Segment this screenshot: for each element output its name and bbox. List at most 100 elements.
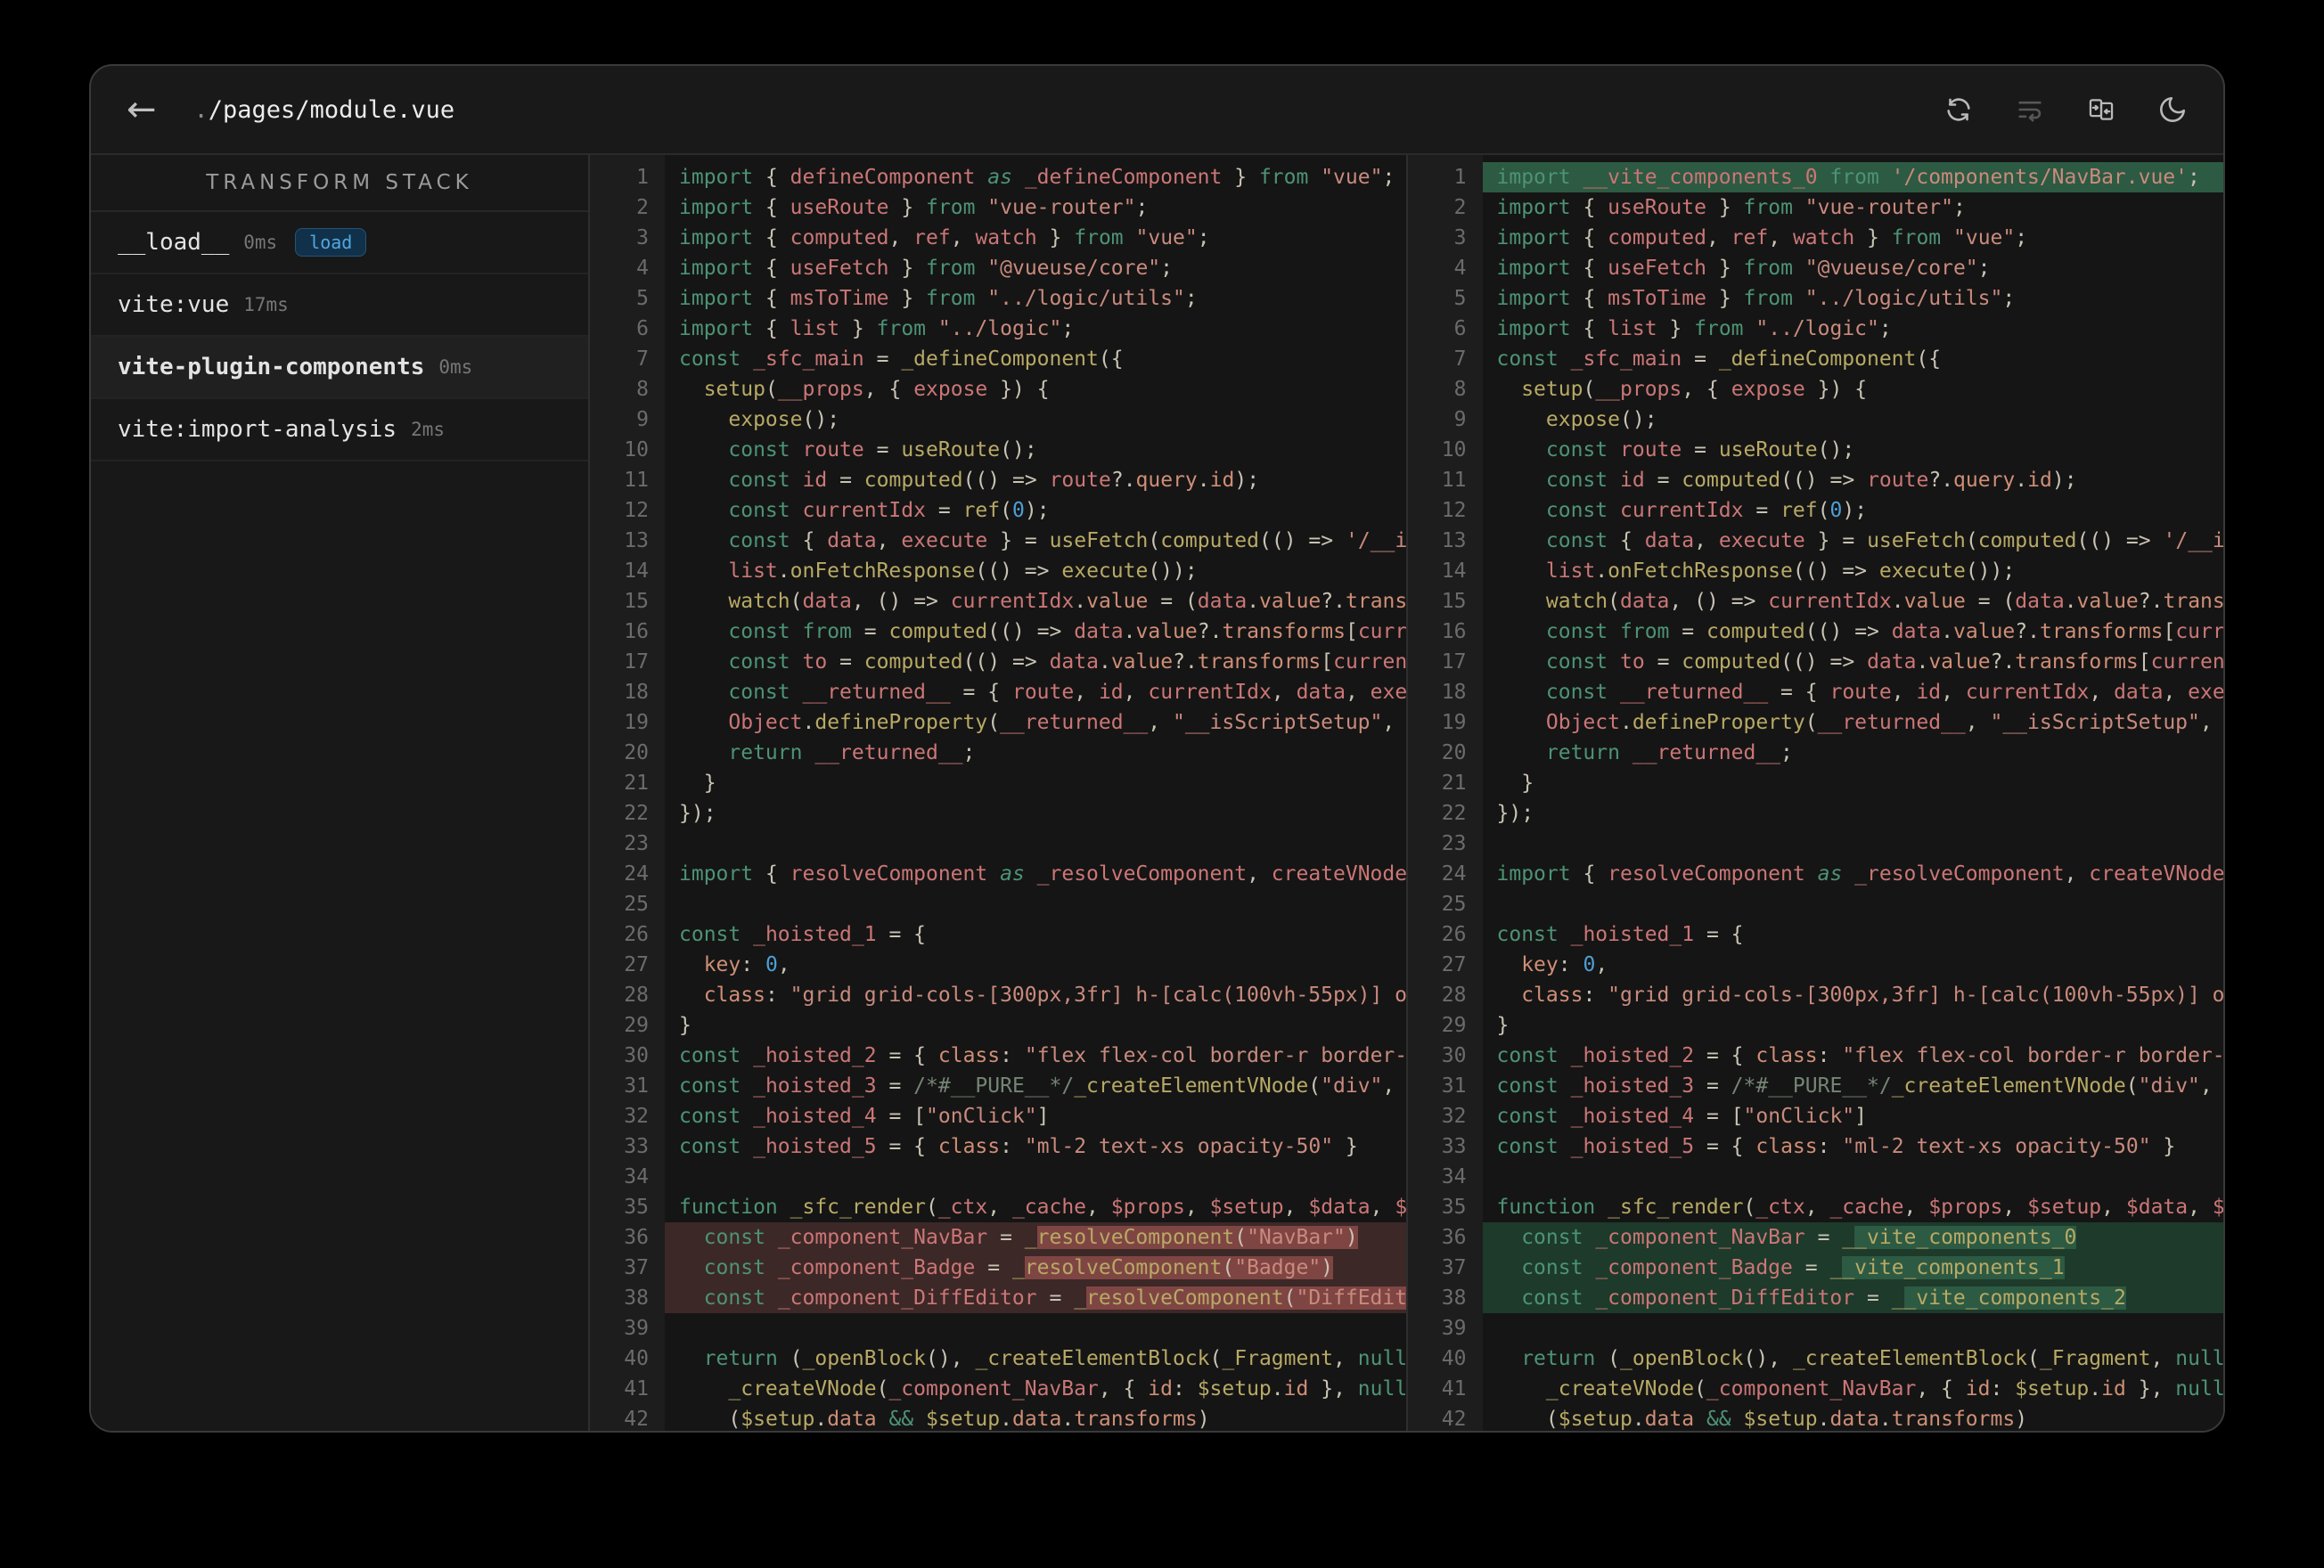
line-number: 4 <box>636 257 649 280</box>
line-number: 39 <box>1441 1317 1467 1340</box>
line-number: 29 <box>624 1014 649 1037</box>
line-number: 30 <box>624 1044 649 1067</box>
line-number: 39 <box>624 1317 649 1340</box>
code-line: const _hoisted_4 = ["onClick"] <box>1496 1105 1868 1128</box>
code-line: } <box>1521 772 1534 795</box>
back-button[interactable]: ← <box>127 92 157 127</box>
line-number: 21 <box>1441 772 1467 795</box>
code-line: const route = useRoute(); <box>1545 438 1855 461</box>
code-line: setup(__props, { expose }) { <box>703 378 1050 401</box>
code-line: return (_openBlock(), _createElementBloc… <box>1521 1347 2223 1370</box>
diff-word-highlight: _vite_components_0 <box>1854 1226 2077 1249</box>
line-number: 38 <box>624 1286 649 1310</box>
code-line: list.onFetchResponse(() => execute()); <box>1545 559 2016 583</box>
line-number: 40 <box>1441 1347 1467 1370</box>
line-number: 21 <box>624 772 649 795</box>
line-number: 15 <box>624 590 649 613</box>
hook-badge: load <box>295 228 367 257</box>
plugin-item-vite-vue[interactable]: vite:vue 17ms <box>91 274 588 337</box>
line-number: 28 <box>1441 984 1467 1007</box>
plugin-time: 0ms <box>438 356 473 378</box>
code-line: import { computed, ref, watch } from "vu… <box>1496 226 2028 249</box>
content: TRANSFORM STACK __load__ 0ms load vite:vue 1… <box>91 155 2223 1431</box>
dark-mode-icon[interactable] <box>2157 94 2188 125</box>
line-number: 24 <box>624 862 649 886</box>
line-wrap-icon[interactable] <box>2015 94 2045 125</box>
line-number: 8 <box>636 378 649 401</box>
line-number: 7 <box>1453 347 1467 371</box>
line-number: 1 <box>636 166 649 189</box>
line-number: 17 <box>624 650 649 674</box>
line-number: 36 <box>1441 1226 1467 1249</box>
code-line: _createVNode(_component_NavBar, { id: $s… <box>728 1377 1406 1401</box>
plugin-list: __load__ 0ms load vite:vue 17ms vite-plugin-c… <box>91 212 588 461</box>
diff-pane-after: 1 2 3 4 5 6 7 8 9 10 11 12 13 14 15 16 17 18 19 20 21 22 23 24 2… <box>1407 155 2224 1431</box>
code-line: import { list } from "../logic"; <box>679 317 1075 340</box>
plugin-item-vite-import-analysis[interactable]: vite:import-analysis 2ms <box>91 399 588 461</box>
code-line: } <box>679 1014 691 1037</box>
code-line: return __returned__; <box>1545 741 1793 764</box>
line-number: 2 <box>636 196 649 219</box>
line-number: 7 <box>636 347 649 371</box>
plugin-item--load-[interactable]: __load__ 0ms load <box>91 212 588 274</box>
line-number: 4 <box>1453 257 1467 280</box>
line-number: 2 <box>1453 196 1467 219</box>
code-line: ($setup.data && $setup.data.transforms) <box>728 1408 1210 1431</box>
line-number: 5 <box>636 287 649 310</box>
code-line: import { useFetch } from "@vueuse/core"; <box>679 257 1174 280</box>
code-line: const _hoisted_3 = /*#__PURE__*/_createE… <box>679 1074 1395 1098</box>
line-number: 34 <box>624 1165 649 1188</box>
line-number: 22 <box>624 802 649 825</box>
page-title-path: /pages/module.vue <box>208 95 455 124</box>
line-number: 10 <box>624 438 649 461</box>
code-line: } <box>703 772 716 795</box>
code-line: const { data, execute } = useFetch(compu… <box>1545 529 2223 552</box>
code-line: const _hoisted_5 = { class: "ml-2 text-x… <box>679 1135 1358 1158</box>
line-number: 20 <box>1441 741 1467 764</box>
code-line: return (_openBlock(), _createElementBloc… <box>703 1347 1406 1370</box>
code-before[interactable]: import { defineComponent as _defineCompo… <box>665 155 1406 1431</box>
line-number: 42 <box>1441 1408 1467 1431</box>
code-line: import { msToTime } from "../logic/utils… <box>679 287 1198 310</box>
code-line: const _hoisted_3 = /*#__PURE__*/_createE… <box>1496 1074 2213 1098</box>
diff-pane-before: 1 2 3 4 5 6 7 8 9 10 11 12 13 14 15 16 17 18 19 20 21 22 23 24 2… <box>590 155 1406 1431</box>
line-number: 24 <box>1441 862 1467 886</box>
plugin-item-vite-plugin-components[interactable]: vite-plugin-components 0ms <box>91 337 588 399</box>
transform-stack-sidebar: TRANSFORM STACK __load__ 0ms load vite:vue 1… <box>91 155 590 1431</box>
line-number: 31 <box>624 1074 649 1098</box>
code-after[interactable]: import __vite_components_0 from '/compon… <box>1482 155 2224 1431</box>
line-number: 23 <box>624 832 649 855</box>
line-number: 3 <box>1453 226 1467 249</box>
line-number: 16 <box>624 620 649 643</box>
code-line: function _sfc_render(_ctx, _cache, $prop… <box>1496 1196 2224 1219</box>
diff-word-highlight: resolveComponent("Badge") <box>1024 1256 1334 1279</box>
line-number: 36 <box>624 1226 649 1249</box>
code-line: watch(data, () => currentIdx.value = (da… <box>1545 590 2223 613</box>
line-number: 32 <box>624 1105 649 1128</box>
refresh-icon[interactable] <box>1943 94 1974 125</box>
code-line: const currentIdx = ref(0); <box>728 499 1050 522</box>
code-line: const __returned__ = { route, id, curren… <box>1545 681 2223 704</box>
line-number: 14 <box>1441 559 1467 583</box>
line-number: 26 <box>1441 923 1467 946</box>
side-by-side-diff-icon[interactable] <box>2086 94 2116 125</box>
code-line: import { list } from "../logic"; <box>1496 317 1892 340</box>
line-number: 42 <box>624 1408 649 1431</box>
code-line: class: "grid grid-cols-[300px,3fr] h-[ca… <box>1521 984 2223 1007</box>
line-number: 31 <box>1441 1074 1467 1098</box>
plugin-time: 0ms <box>243 232 278 253</box>
line-number: 25 <box>624 893 649 916</box>
code-line: } <box>1496 1014 1510 1037</box>
line-number: 26 <box>624 923 649 946</box>
line-number: 5 <box>1453 287 1467 310</box>
line-number: 32 <box>1441 1105 1467 1128</box>
code-line: }); <box>679 802 716 825</box>
code-line: const _component_NavBar = _resolveCompon… <box>665 1222 1406 1253</box>
line-number: 15 <box>1441 590 1467 613</box>
code-line: const route = useRoute(); <box>728 438 1037 461</box>
line-number: 10 <box>1441 438 1467 461</box>
line-number: 13 <box>1441 529 1467 552</box>
